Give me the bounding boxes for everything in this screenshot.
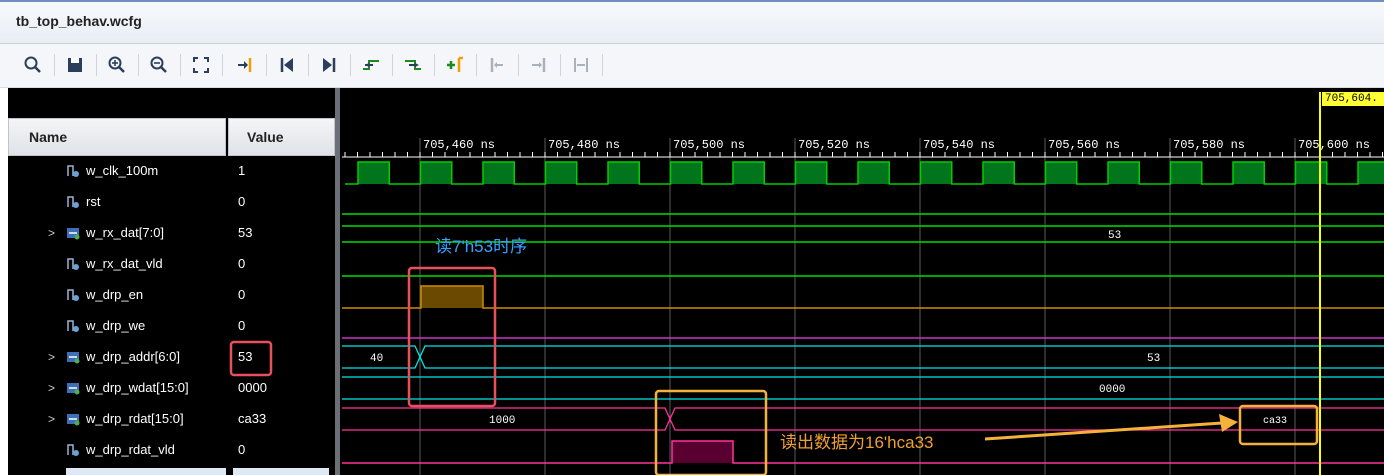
signal-name: w_drp_wdat[15:0] — [86, 380, 189, 395]
value-column-header[interactable]: Value — [228, 118, 335, 156]
expand-chevron-icon[interactable]: > — [48, 226, 55, 240]
window-titlebar: tb_top_behav.wcfg — [0, 0, 1384, 44]
go-to-end-icon[interactable] — [316, 52, 342, 78]
previous-marker-icon[interactable] — [484, 52, 510, 78]
toolbar-separator — [96, 54, 97, 76]
bus-signal-icon — [67, 352, 80, 364]
signal-row-w_rx_dat[interactable]: > w_rx_dat[7:0] — [8, 218, 228, 249]
toolbar-separator — [54, 54, 55, 76]
selected-value-highlight — [233, 468, 329, 475]
selected-row-highlight — [66, 468, 226, 475]
signal-value-text: 0 — [238, 318, 246, 333]
signal-row-w_drp_wdat[interactable]: > w_drp_wdat[15:0] — [8, 373, 228, 404]
bus-signal-icon — [67, 383, 80, 395]
toolbar-separator — [560, 54, 561, 76]
bus-signal-icon — [67, 414, 80, 426]
go-to-start-icon[interactable] — [274, 52, 300, 78]
zoom-in-icon[interactable] — [104, 52, 130, 78]
signal-name: w_drp_rdat[15:0] — [86, 411, 184, 426]
next-marker-icon[interactable] — [526, 52, 552, 78]
signal-value-text: 0 — [238, 442, 246, 457]
signal-name: rst — [86, 194, 101, 209]
signal-value-text: 0 — [238, 194, 246, 209]
toolbar-separator — [518, 54, 519, 76]
signal-icon — [67, 165, 79, 177]
signal-value-text: 0 — [238, 287, 246, 302]
signal-row-w_drp_rdat_vld[interactable]: w_drp_rdat_vld — [8, 435, 228, 466]
name-column-label: Name — [29, 129, 68, 145]
expand-chevron-icon[interactable]: > — [48, 350, 55, 364]
name-column-header[interactable]: Name — [8, 118, 226, 156]
swap-cursors-icon[interactable] — [568, 52, 594, 78]
previous-transition-icon[interactable] — [358, 52, 384, 78]
signal-value-text: 53 — [238, 225, 253, 240]
signal-value-text: ca33 — [238, 411, 267, 426]
toolbar — [0, 44, 1384, 88]
signal-name: w_drp_addr[6:0] — [86, 349, 180, 364]
signal-value-text: 53 — [238, 349, 253, 364]
signal-value-text: 1 — [238, 163, 246, 178]
signal-value-text: 0 — [238, 256, 246, 271]
search-icon[interactable] — [20, 52, 46, 78]
signal-icon — [67, 196, 79, 208]
toolbar-separator — [266, 54, 267, 76]
signal-row-w_drp_addr[interactable]: > w_drp_addr[6:0] — [8, 342, 228, 373]
signal-row-w_drp_en[interactable]: w_drp_en — [8, 280, 228, 311]
read-timing-annotation: 读7'h53时序 — [435, 237, 528, 256]
signal-row-w_clk_100m[interactable]: w_clk_100m — [8, 156, 228, 187]
expand-chevron-icon[interactable]: > — [48, 412, 55, 426]
bus-signal-icon — [67, 228, 80, 240]
go-to-cursor-icon[interactable] — [232, 52, 258, 78]
zoom-out-icon[interactable] — [146, 52, 172, 78]
toolbar-separator — [222, 54, 223, 76]
toolbar-separator — [180, 54, 181, 76]
signal-name: w_clk_100m — [86, 163, 159, 178]
signal-name: w_rx_dat[7:0] — [86, 225, 165, 240]
signal-row-w_drp_rdat[interactable]: > w_drp_rdat[15:0] — [8, 404, 228, 435]
zoom-fit-icon[interactable] — [188, 52, 214, 78]
toolbar-separator — [350, 54, 351, 76]
signal-icon — [67, 258, 79, 270]
cursor-time-label[interactable]: 705,604. — [1322, 92, 1384, 106]
waveform-area[interactable] — [340, 88, 1384, 475]
signal-name: w_drp_we — [86, 318, 146, 333]
signal-name: w_drp_rdat_vld — [86, 442, 175, 457]
add-marker-icon[interactable] — [442, 52, 468, 78]
next-transition-icon[interactable] — [400, 52, 426, 78]
save-icon[interactable] — [62, 52, 88, 78]
signal-row-w_drp_we[interactable]: w_drp_we — [8, 311, 228, 342]
window-title: tb_top_behav.wcfg — [16, 13, 142, 29]
signal-value-text: 0000 — [238, 380, 267, 395]
signal-name: w_rx_dat_vld — [86, 256, 163, 271]
signal-icon — [67, 320, 79, 332]
value-column-label: Value — [247, 129, 284, 145]
signal-name: w_drp_en — [86, 287, 144, 302]
toolbar-separator — [476, 54, 477, 76]
toolbar-separator — [602, 54, 603, 76]
read-result-annotation: 读出数据为16'hca33 — [780, 433, 934, 452]
toolbar-separator — [308, 54, 309, 76]
signal-row-rst[interactable]: rst — [8, 187, 228, 218]
toolbar-separator — [392, 54, 393, 76]
toolbar-separator — [138, 54, 139, 76]
signal-row-w_rx_dat_vld[interactable]: w_rx_dat_vld — [8, 249, 228, 280]
signal-icon — [67, 289, 79, 301]
expand-chevron-icon[interactable]: > — [48, 381, 55, 395]
toolbar-separator — [434, 54, 435, 76]
signal-icon — [67, 444, 79, 456]
